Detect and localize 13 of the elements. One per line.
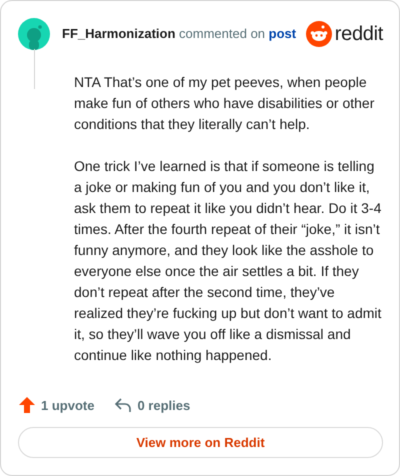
- brand-name: reddit: [334, 22, 383, 47]
- upvote-icon[interactable]: [18, 396, 36, 414]
- post-link[interactable]: post: [268, 26, 296, 42]
- comment-paragraph: NTA That’s one of my pet peeves, when people make fun of others who have disabilities or other conditions that they literally can’t help.: [74, 73, 376, 134]
- reply-icon[interactable]: [114, 396, 132, 414]
- comment-paragraph: One trick I’ve learned is that if someone is telling a joke or making fun of you and you don’t like it, ask them to repeat it like you didn’t hear. Do it 3-4 times. After the fourth repeat of their “joke,” it isn’t funny anymore, and they look like the asshole to everyone else once the air settles a bit. If they don’t repeat after the second time, they’ve realized they’re fucking up but don’t want to admit it, so they’ll wave you off like a dismissal and continue like nothing happened.: [74, 157, 382, 365]
- reddit-logo-icon: [306, 21, 332, 47]
- view-more-button[interactable]: View more on Reddit: [18, 427, 383, 458]
- reply-count: 0 replies: [137, 396, 190, 415]
- avatar-icon: [18, 18, 50, 50]
- upvote-count: 1 upvote: [41, 396, 94, 415]
- author-name[interactable]: FF_Harmonization: [62, 26, 176, 42]
- action-text: commented on: [179, 26, 266, 42]
